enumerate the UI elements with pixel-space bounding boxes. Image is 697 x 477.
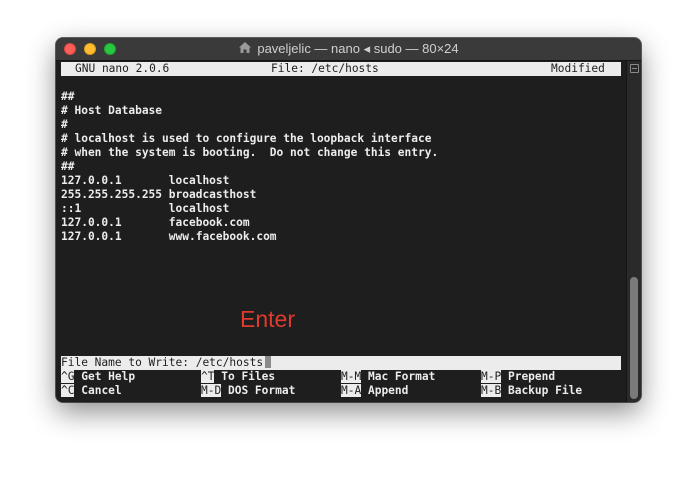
file-line: ## [61,160,75,173]
file-line: # when the system is booting. Do not cha… [61,146,439,159]
nano-modified-status: Modified [551,62,605,75]
shortcut-cancel[interactable]: ^C Cancel [61,384,122,398]
shortcut-key: ^G [61,370,75,383]
shortcut-label: DOS Format [227,384,296,397]
shortcut-label: Prepend [507,370,556,383]
shortcut-label: Mac Format [367,370,436,383]
shortcut-prepend[interactable]: M-P Prepend [481,370,555,384]
file-line: # localhost is used to configure the loo… [61,132,432,145]
scroll-menu-icon[interactable] [630,64,639,73]
shortcut-get-help[interactable]: ^G Get Help [61,370,135,384]
shortcut-label: Get Help [81,370,136,383]
nano-file-name: File: /etc/hosts [271,62,379,75]
terminal-window: paveljelic — nano ◂ sudo — 80×24 GNU nan… [56,38,641,402]
title-bar[interactable]: paveljelic — nano ◂ sudo — 80×24 [56,38,641,61]
file-line: 127.0.0.1 localhost [61,174,230,187]
shortcut-key: ^C [61,384,75,397]
shortcut-append[interactable]: M-A Append [341,384,408,398]
nano-header-bar: GNU nano 2.0.6 File: /etc/hosts Modified [61,62,621,76]
shortcut-mac-format[interactable]: M-M Mac Format [341,370,435,384]
text-cursor [265,356,272,368]
shortcut-label: Append [367,384,409,397]
file-line: # [61,118,68,131]
file-line: ## [61,90,75,103]
shortcut-backup-file[interactable]: M-B Backup File [481,384,582,398]
window-title-area: paveljelic — nano ◂ sudo — 80×24 [56,38,641,60]
shortcut-key: M-P [481,370,502,383]
shortcut-key: M-D [201,384,222,397]
scrollbar[interactable] [626,61,641,402]
file-line: # Host Database [61,104,163,117]
shortcut-key: M-A [341,384,362,397]
nano-version: GNU nano 2.0.6 [75,62,170,75]
shortcut-label: To Files [221,370,276,383]
window-title: paveljelic — nano ◂ sudo — 80×24 [257,41,459,56]
file-line: 127.0.0.1 www.facebook.com [61,230,277,243]
shortcut-key: M-B [481,384,502,397]
filename-prompt-text[interactable]: File Name to Write: /etc/hosts [61,356,263,369]
file-line: 127.0.0.1 facebook.com [61,216,250,229]
filename-prompt[interactable]: File Name to Write: /etc/hosts [61,356,621,370]
terminal-content[interactable]: GNU nano 2.0.6 File: /etc/hosts Modified… [56,61,626,402]
enter-annotation: Enter [240,306,295,332]
shortcut-label: Backup File [507,384,583,397]
shortcut-label: Cancel [81,384,122,397]
scrollbar-thumb[interactable] [630,277,638,399]
home-icon [239,42,252,53]
file-line: ::1 localhost [61,202,230,215]
shortcut-to-files[interactable]: ^T To Files [201,370,275,384]
file-line: 255.255.255.255 broadcasthost [61,188,257,201]
shortcut-key: M-M [341,370,362,383]
shortcut-dos-format[interactable]: M-D DOS Format [201,384,295,398]
shortcut-key: ^T [201,370,215,383]
